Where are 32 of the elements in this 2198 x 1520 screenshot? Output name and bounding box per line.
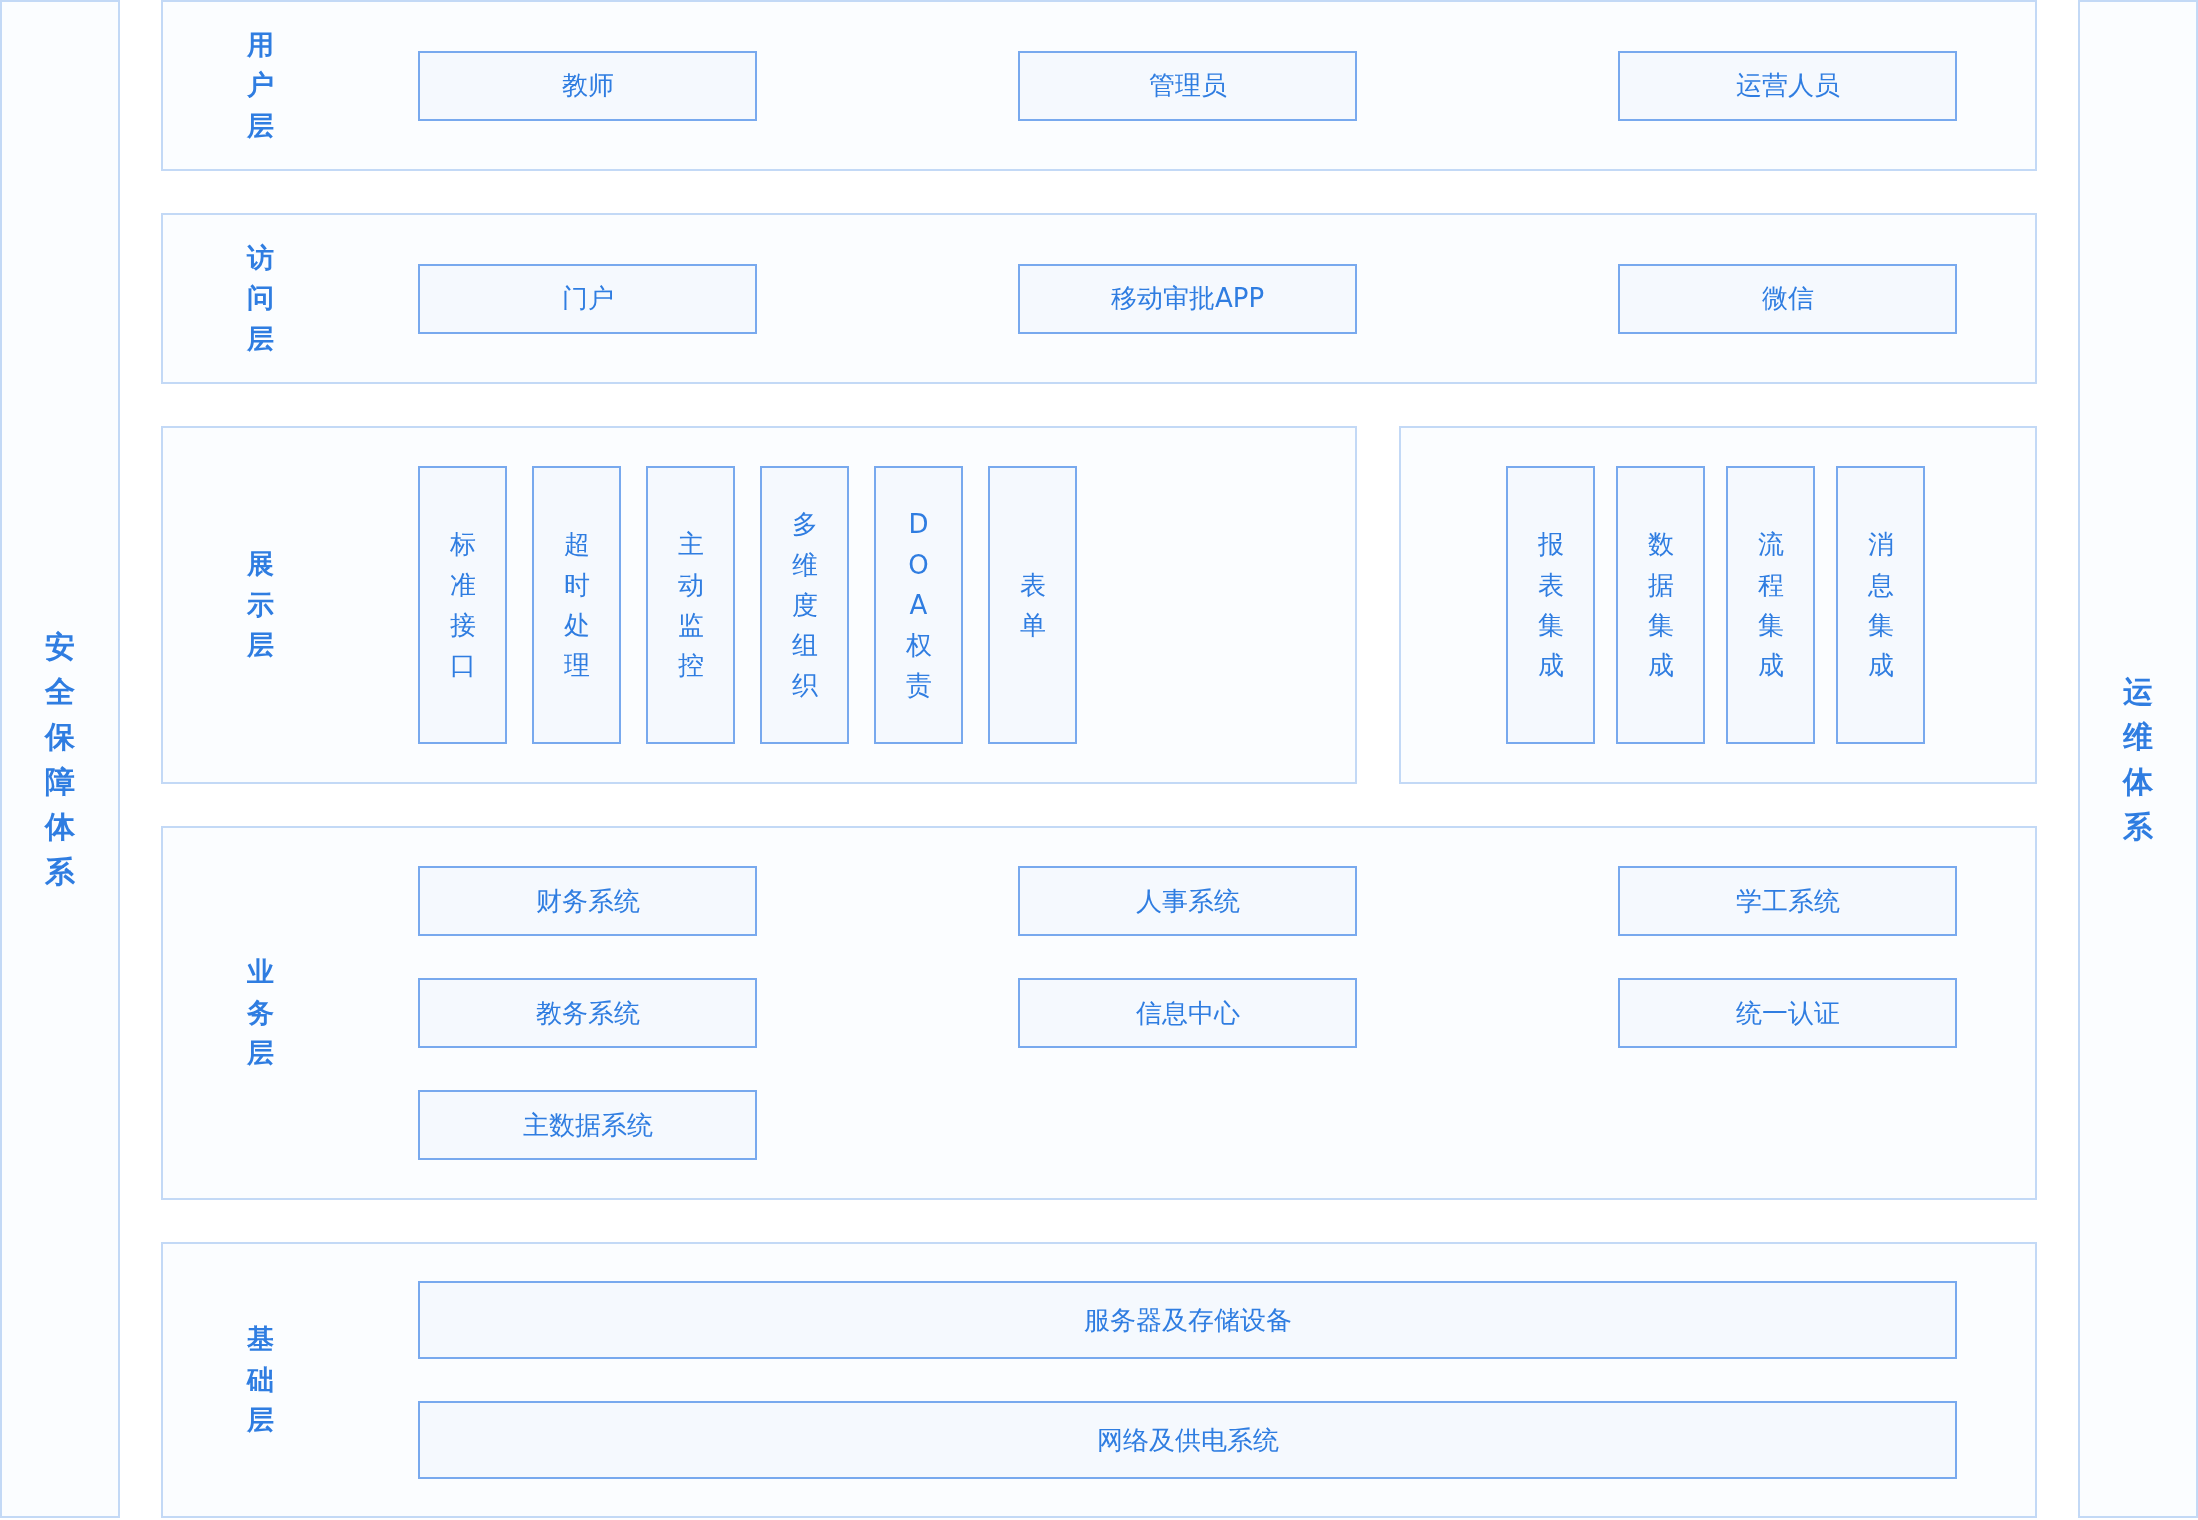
module-card: 标准接口	[418, 466, 507, 744]
module-card: 服务器及存储设备	[418, 1281, 1957, 1359]
module-card: 流程集成	[1726, 466, 1815, 744]
module-card: 财务系统	[418, 866, 757, 936]
module-card: 教师	[418, 50, 757, 121]
layer-label: 展示层	[247, 547, 274, 663]
module-card: 管理员	[1018, 50, 1357, 121]
module-card: 信息中心	[1018, 978, 1357, 1048]
module-card: 数据集成	[1616, 466, 1705, 744]
side-panel-title: 安全保障体系	[45, 628, 75, 891]
layer-label: 用户层	[247, 27, 274, 143]
module-card: 教务系统	[418, 978, 757, 1048]
layer-label: 基础层	[247, 1322, 274, 1438]
module-card: 移动审批APP	[1018, 263, 1357, 334]
module-card: DOA权责	[874, 466, 963, 744]
module-card: 多维度组织	[760, 466, 849, 744]
side-panel-title: 运维体系	[2123, 673, 2153, 846]
module-card: 人事系统	[1018, 866, 1357, 936]
module-card: 消息集成	[1836, 466, 1925, 744]
module-card: 报表集成	[1506, 466, 1595, 744]
module-card: 学工系统	[1618, 866, 1957, 936]
layer-label: 访问层	[247, 240, 274, 356]
module-card: 运营人员	[1618, 50, 1957, 121]
module-card: 主数据系统	[418, 1090, 757, 1160]
module-card: 主动监控	[646, 466, 735, 744]
module-card: 微信	[1618, 263, 1957, 334]
module-card: 门户	[418, 263, 757, 334]
module-card: 统一认证	[1618, 978, 1957, 1048]
module-card: 超时处理	[532, 466, 621, 744]
module-card: 表单	[988, 466, 1077, 744]
layer-label: 业务层	[247, 955, 274, 1071]
module-card: 网络及供电系统	[418, 1401, 1957, 1479]
